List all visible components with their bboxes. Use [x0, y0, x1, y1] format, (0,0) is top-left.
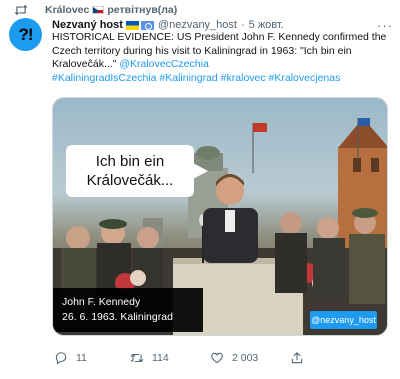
retweet-count: 114 — [152, 352, 169, 364]
mention-link[interactable]: @KralovecCzechia — [119, 58, 208, 70]
reply-button[interactable]: 11 — [54, 351, 87, 365]
like-count: 2 003 — [232, 352, 259, 364]
author-name[interactable]: Nezvaný host — [52, 19, 123, 31]
un-flag-icon — [140, 20, 154, 30]
retweet-icon — [130, 353, 144, 363]
caption-name: John F. Kennedy — [62, 296, 141, 308]
tweet-date[interactable]: 5 жовт. — [249, 19, 284, 31]
speech-bubble-line: Královečák... — [86, 172, 174, 189]
reply-count: 11 — [76, 352, 87, 364]
retweet-icon — [14, 4, 28, 16]
czech-flag-icon — [92, 6, 105, 14]
tweet-text-line: Kraloveĉák..." @KralovecCzechia — [52, 58, 390, 72]
tweet-header: Nezvaný host @nezvany_host · 5 жовт. ··· — [52, 18, 392, 33]
image-caption: John F. Kennedy 26. 6. 1963. Kaliningrad — [53, 288, 203, 332]
tweet-text-line: HISTORICAL EVIDENCE: US President John F… — [52, 31, 387, 43]
share-button[interactable] — [290, 351, 304, 365]
share-icon — [291, 352, 303, 364]
avatar[interactable]: ?! — [9, 18, 42, 51]
retweet-label: ретвітнув(ла) — [107, 4, 178, 16]
heart-icon — [211, 352, 223, 364]
tweet-text: HISTORICAL EVIDENCE: US President John F… — [52, 31, 390, 85]
retweet-indicator[interactable]: Královec ретвітнув(ла) — [14, 3, 177, 17]
retweet-user[interactable]: Královec — [45, 4, 89, 16]
action-bar: 11 114 2 003 — [52, 351, 372, 367]
tweet-text-line: Czech territory during his visit to Kali… — [52, 44, 352, 57]
tweet-text-end: Kraloveĉák..." — [52, 58, 117, 70]
like-button[interactable]: 2 003 — [210, 351, 258, 365]
tweet-image[interactable]: Ich bin ein Královečák... John F. Kenned… — [52, 97, 388, 336]
author-handle[interactable]: @nezvany_host — [158, 19, 237, 31]
speech-bubble: Ich bin ein Královečák... — [66, 145, 208, 197]
speech-bubble-line: Ich bin ein — [95, 153, 165, 170]
hashtags-link[interactable]: #KaliningradIsCzechia #Kaliningrad #kral… — [52, 72, 390, 86]
reply-icon — [55, 352, 67, 365]
caption-date-place: 26. 6. 1963. Kaliningrad — [62, 311, 173, 323]
retweet-button[interactable]: 114 — [130, 351, 169, 365]
watermark-badge: @nezvany_host — [310, 311, 377, 329]
separator-dot: · — [240, 19, 245, 31]
ukraine-flag-icon — [125, 20, 139, 30]
